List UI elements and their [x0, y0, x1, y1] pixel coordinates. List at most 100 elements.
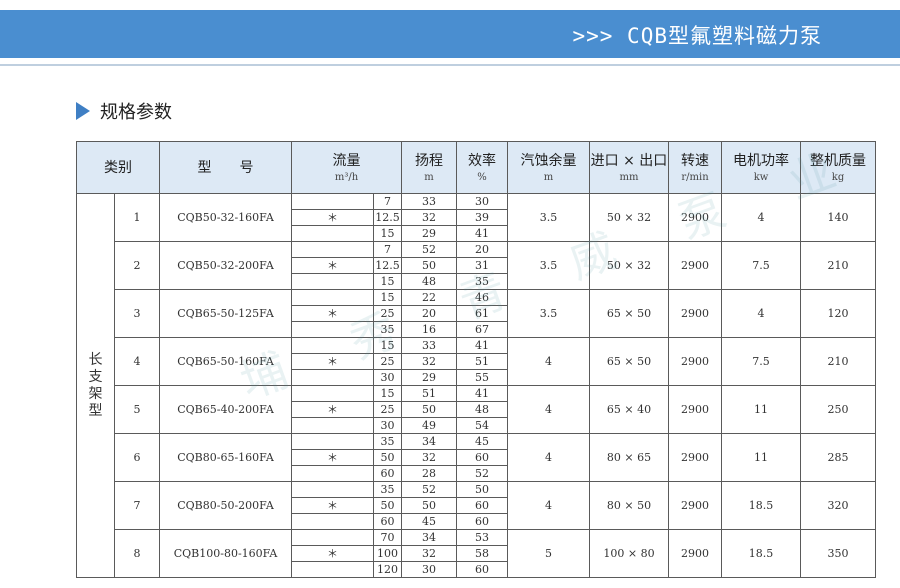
speed-cell: 2900 [668, 193, 722, 242]
speed-cell: 2900 [668, 385, 722, 434]
mass-cell: 120 [800, 289, 876, 338]
head-cell: 33 [401, 337, 457, 354]
inlet-outlet-cell: 65 × 50 [589, 289, 669, 338]
efficiency-cell: 41 [456, 225, 508, 242]
rated-point-mark: ＊ [291, 353, 374, 370]
header-npsh: 汽蚀余量 m [507, 141, 590, 194]
table-body: 长支架型 1 CQB50-32-160FA 7 33 30 3.5 50 × 32 2900 4 1… [76, 193, 876, 578]
flow-cell: 30 [373, 369, 402, 386]
product-title: >>> CQB型氟塑料磁力泵 [572, 24, 822, 48]
efficiency-cell: 55 [456, 369, 508, 386]
model-cell: CQB50-32-200FA [159, 241, 292, 290]
efficiency-cell: 41 [456, 337, 508, 354]
mass-cell: 210 [800, 241, 876, 290]
efficiency-cell: 61 [456, 305, 508, 322]
rated-point-mark [291, 465, 374, 482]
head-cell: 49 [401, 417, 457, 434]
row-number: 2 [114, 241, 160, 290]
table-row: 7 CQB80-50-200FA 35 52 50 4 80 × 50 2900 18.5 320 [77, 481, 876, 530]
row-number: 1 [114, 193, 160, 242]
npsh-cell: 3.5 [507, 289, 590, 338]
header-divider [0, 64, 900, 66]
model-cell: CQB50-32-160FA [159, 193, 292, 242]
flow-cell: 35 [373, 481, 402, 498]
head-cell: 34 [401, 433, 457, 450]
mass-cell: 285 [800, 433, 876, 482]
npsh-cell: 4 [507, 481, 590, 530]
row-number: 8 [114, 529, 160, 578]
flow-cell: 12.5 [373, 257, 402, 274]
mass-cell: 210 [800, 337, 876, 386]
efficiency-cell: 20 [456, 241, 508, 258]
rated-point-mark: ＊ [291, 209, 374, 226]
inlet-outlet-cell: 65 × 40 [589, 385, 669, 434]
npsh-cell: 5 [507, 529, 590, 578]
head-cell: 50 [401, 497, 457, 514]
npsh-cell: 4 [507, 433, 590, 482]
table-header-row: 类别 型 号 流量 m³/h 扬程 m 效率% 汽蚀余量 m 进口 × 出口 mm 转速… [76, 141, 876, 194]
header-motor-power: 电机功率 kw [721, 141, 801, 194]
rated-point-mark: ＊ [291, 257, 374, 274]
flow-cell: 100 [373, 545, 402, 562]
head-cell: 52 [401, 241, 457, 258]
efficiency-cell: 60 [456, 561, 508, 578]
rated-point-mark [291, 241, 374, 258]
flow-cell: 12.5 [373, 209, 402, 226]
inlet-outlet-cell: 65 × 50 [589, 337, 669, 386]
row-number: 3 [114, 289, 160, 338]
inlet-outlet-cell: 50 × 32 [589, 193, 669, 242]
npsh-cell: 3.5 [507, 193, 590, 242]
flow-cell: 25 [373, 353, 402, 370]
efficiency-cell: 45 [456, 433, 508, 450]
flow-cell: 30 [373, 417, 402, 434]
header-model: 型 号 [159, 141, 292, 194]
head-cell: 29 [401, 225, 457, 242]
flow-cell: 25 [373, 401, 402, 418]
flow-cell: 120 [373, 561, 402, 578]
triangle-right-icon [76, 102, 90, 120]
head-cell: 20 [401, 305, 457, 322]
efficiency-cell: 41 [456, 385, 508, 402]
efficiency-cell: 60 [456, 513, 508, 530]
header-category: 类别 [76, 141, 160, 194]
table-row: 4 CQB65-50-160FA 15 33 41 4 65 × 50 2900 7.5 210 [77, 337, 876, 386]
inlet-outlet-cell: 80 × 50 [589, 481, 669, 530]
rated-point-mark [291, 433, 374, 450]
header-mass: 整机质量 kg [800, 141, 876, 194]
row-number: 4 [114, 337, 160, 386]
speed-cell: 2900 [668, 433, 722, 482]
rated-point-mark [291, 417, 374, 434]
speed-cell: 2900 [668, 337, 722, 386]
rated-point-mark [291, 193, 374, 210]
rated-point-mark: ＊ [291, 401, 374, 418]
efficiency-cell: 52 [456, 465, 508, 482]
efficiency-cell: 58 [456, 545, 508, 562]
flow-cell: 50 [373, 449, 402, 466]
head-cell: 34 [401, 529, 457, 546]
efficiency-cell: 48 [456, 401, 508, 418]
spec-table: 类别 型 号 流量 m³/h 扬程 m 效率% 汽蚀余量 m 进口 × 出口 mm 转速… [76, 141, 876, 578]
table-row: 8 CQB100-80-160FA 70 34 53 5 100 × 80 2900 18.5 3… [77, 529, 876, 578]
npsh-cell: 4 [507, 385, 590, 434]
head-cell: 33 [401, 193, 457, 210]
header-flow: 流量 m³/h [291, 141, 402, 194]
efficiency-cell: 46 [456, 289, 508, 306]
motor-power-cell: 4 [721, 193, 801, 242]
rated-point-mark [291, 321, 374, 338]
head-cell: 16 [401, 321, 457, 338]
row-number: 5 [114, 385, 160, 434]
model-cell: CQB80-65-160FA [159, 433, 292, 482]
head-cell: 32 [401, 545, 457, 562]
rated-point-mark [291, 369, 374, 386]
speed-cell: 2900 [668, 289, 722, 338]
flow-cell: 15 [373, 385, 402, 402]
head-cell: 52 [401, 481, 457, 498]
efficiency-cell: 60 [456, 497, 508, 514]
rated-point-mark: ＊ [291, 545, 374, 562]
head-cell: 29 [401, 369, 457, 386]
header-speed: 转速 r/min [668, 141, 722, 194]
flow-cell: 35 [373, 433, 402, 450]
motor-power-cell: 18.5 [721, 529, 801, 578]
mass-cell: 140 [800, 193, 876, 242]
flow-cell: 15 [373, 337, 402, 354]
